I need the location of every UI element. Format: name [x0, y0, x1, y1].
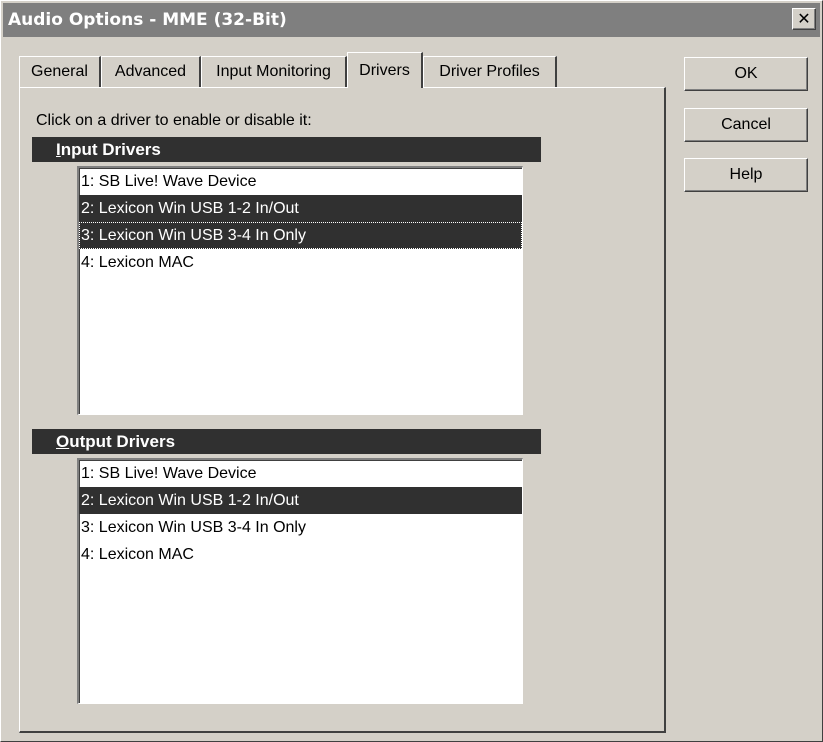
tab-label: Input Monitoring — [216, 63, 331, 80]
list-item[interactable]: 1: SB Live! Wave Device — [79, 460, 522, 487]
cancel-label: Cancel — [721, 116, 771, 133]
list-item[interactable]: 4: Lexicon MAC — [79, 541, 522, 568]
help-button[interactable]: Help — [684, 158, 808, 192]
drivers-panel: Click on a driver to enable or disable i… — [19, 87, 666, 733]
input-drivers-header: Input Drivers — [32, 137, 541, 162]
output-mnemonic: O — [56, 432, 70, 451]
list-item[interactable]: 2: Lexicon Win USB 1-2 In/Out — [79, 487, 522, 514]
list-item[interactable]: 3: Lexicon Win USB 3-4 In Only — [79, 222, 522, 249]
output-header-text: utput Drivers — [69, 432, 176, 451]
tab-driver-profiles[interactable]: Driver Profiles — [423, 56, 557, 87]
tab-label: General — [31, 63, 88, 80]
output-drivers-list[interactable]: 1: SB Live! Wave Device 2: Lexicon Win U… — [77, 458, 523, 704]
help-label: Help — [729, 166, 763, 183]
audio-options-dialog: Audio Options - MME (32-Bit) ✕ General A… — [0, 0, 823, 742]
close-icon: ✕ — [797, 9, 811, 28]
tab-input-monitoring[interactable]: Input Monitoring — [201, 56, 347, 87]
cancel-button[interactable]: Cancel — [684, 108, 808, 142]
input-header-text: nput Drivers — [60, 140, 161, 159]
instruction-text: Click on a driver to enable or disable i… — [36, 112, 312, 129]
tab-general[interactable]: General — [19, 56, 101, 87]
list-item[interactable]: 4: Lexicon MAC — [79, 249, 522, 276]
tab-drivers[interactable]: Drivers — [347, 52, 423, 88]
list-item[interactable]: 1: SB Live! Wave Device — [79, 168, 522, 195]
ok-label: OK — [734, 65, 758, 82]
list-item[interactable]: 3: Lexicon Win USB 3-4 In Only — [79, 514, 522, 541]
window-title: Audio Options - MME (32-Bit) — [8, 10, 287, 30]
tab-advanced[interactable]: Advanced — [101, 56, 201, 87]
output-drivers-header: Output Drivers — [32, 429, 541, 454]
tab-label: Driver Profiles — [439, 63, 540, 80]
title-bar[interactable]: Audio Options - MME (32-Bit) ✕ — [3, 3, 820, 37]
input-drivers-list[interactable]: 1: SB Live! Wave Device 2: Lexicon Win U… — [77, 166, 523, 415]
ok-button[interactable]: OK — [684, 57, 808, 91]
close-button[interactable]: ✕ — [792, 8, 816, 30]
list-item[interactable]: 2: Lexicon Win USB 1-2 In/Out — [79, 195, 522, 222]
tab-label: Drivers — [359, 61, 410, 79]
tab-label: Advanced — [114, 63, 187, 80]
